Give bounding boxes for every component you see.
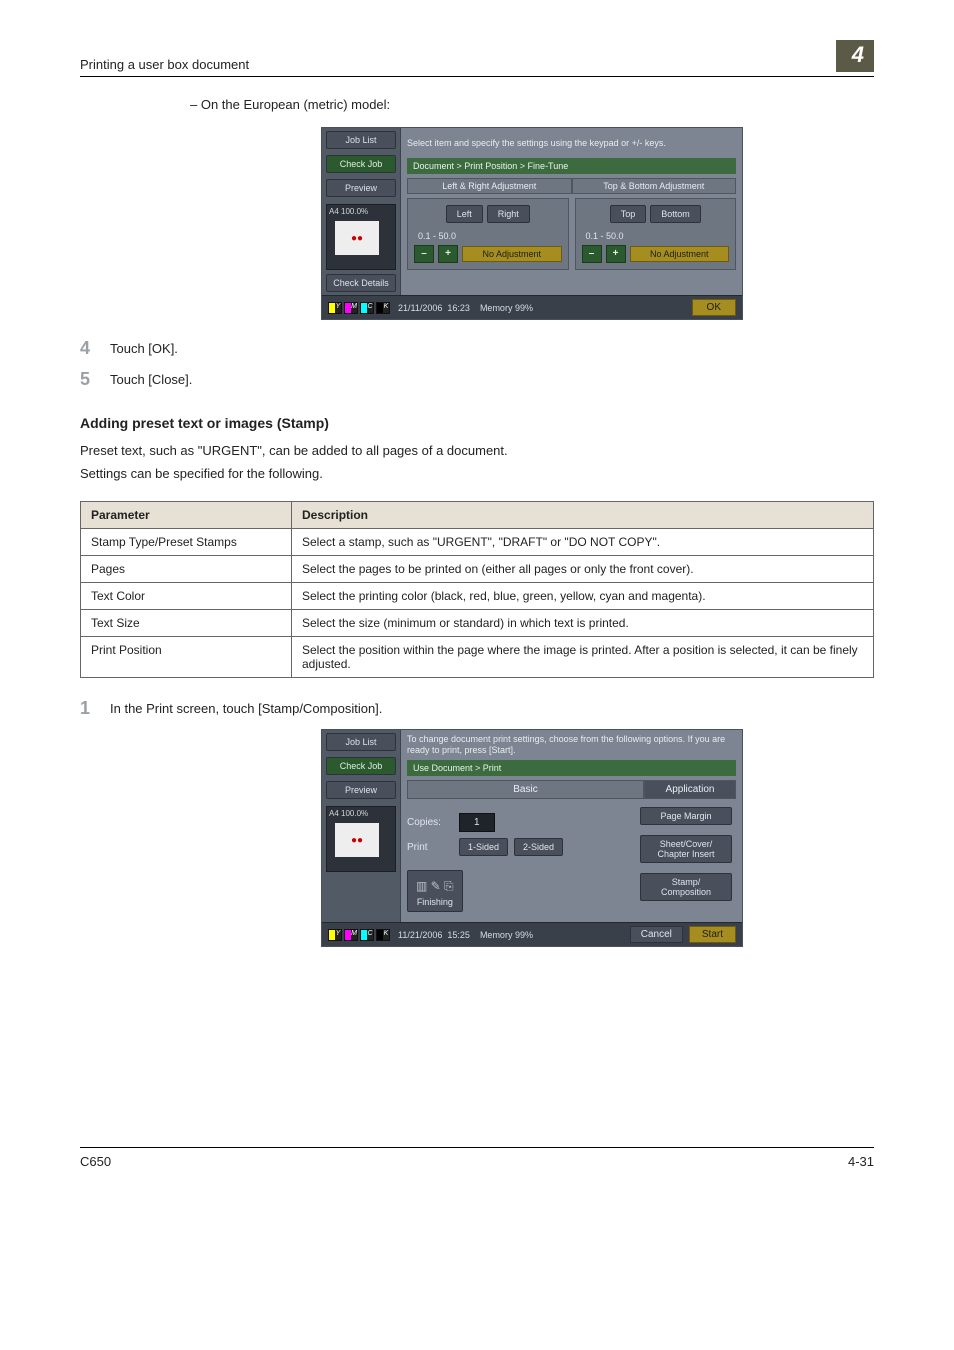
table-row: Stamp Type/Preset StampsSelect a stamp, … (81, 529, 874, 556)
check-details-button[interactable]: Check Details (326, 274, 396, 292)
minus-button-tb[interactable]: – (582, 245, 602, 263)
preview-thumbnail: A4 100.0% ●● (326, 806, 396, 872)
check-job-tab[interactable]: Check Job (326, 757, 396, 775)
top-bottom-header: Top & Bottom Adjustment (572, 178, 737, 194)
print-label: Print (407, 842, 453, 853)
chapter-number: 4 (836, 40, 874, 72)
step-number: 4 (80, 338, 110, 359)
bottom-button[interactable]: Bottom (650, 205, 701, 223)
table-header-description: Description (292, 502, 874, 529)
right-button[interactable]: Right (487, 205, 530, 223)
finishing-icons: ▥ ✎ ⎘ (416, 879, 454, 894)
left-right-header: Left & Right Adjustment (407, 178, 572, 194)
minus-button-lr[interactable]: – (414, 245, 434, 263)
top-button[interactable]: Top (610, 205, 647, 223)
stamp-composition-button[interactable]: Stamp/ Composition (640, 873, 732, 901)
range-left: 0.1 - 50.0 (418, 231, 562, 241)
fine-tune-panel: Job List Check Job Preview A4 100.0% ●● … (321, 127, 743, 320)
stamp-heading: Adding preset text or images (Stamp) (80, 415, 874, 431)
preview-info: A4 100.0% (329, 207, 368, 216)
table-row: Print PositionSelect the position within… (81, 637, 874, 678)
table-header-parameter: Parameter (81, 502, 292, 529)
two-sided-button[interactable]: 2-Sided (514, 838, 563, 856)
toner-levels: Y M C K (328, 302, 390, 314)
sheet-cover-button[interactable]: Sheet/Cover/ Chapter Insert (640, 835, 732, 863)
stamp-parameter-table: Parameter Description Stamp Type/Preset … (80, 501, 874, 678)
plus-button-tb[interactable]: + (606, 245, 626, 263)
check-job-tab[interactable]: Check Job (326, 155, 396, 173)
job-list-button[interactable]: Job List (326, 131, 396, 149)
status-time: 16:23 (447, 303, 470, 313)
copies-label: Copies: (407, 817, 453, 828)
left-button[interactable]: Left (446, 205, 483, 223)
status-date: 21/11/2006 (398, 303, 442, 313)
preview-button[interactable]: Preview (326, 179, 396, 197)
status-date: 11/21/2006 (398, 930, 442, 940)
step-text: In the Print screen, touch [Stamp/Compos… (110, 698, 874, 719)
breadcrumb: Document > Print Position > Fine-Tune (407, 158, 736, 174)
preview-button[interactable]: Preview (326, 781, 396, 799)
stamp-p1: Preset text, such as "URGENT", can be ad… (80, 443, 874, 458)
ok-button[interactable]: OK (692, 299, 736, 316)
table-row: Text SizeSelect the size (minimum or sta… (81, 610, 874, 637)
one-sided-button[interactable]: 1-Sided (459, 838, 508, 856)
status-memory-pct: 99% (515, 303, 533, 313)
range-top: 0.1 - 50.0 (586, 231, 730, 241)
finishing-button[interactable]: ▥ ✎ ⎘ Finishing (407, 870, 463, 912)
status-memory-pct: 99% (515, 930, 533, 940)
footer-left: C650 (80, 1154, 111, 1169)
page-header-title: Printing a user box document (80, 57, 249, 72)
plus-button-lr[interactable]: + (438, 245, 458, 263)
table-row: Text ColorSelect the printing color (bla… (81, 583, 874, 610)
status-memory-label: Memory (480, 930, 513, 940)
step-number: 1 (80, 698, 110, 719)
step-text: Touch [OK]. (110, 338, 874, 359)
start-button[interactable]: Start (689, 926, 736, 943)
intro-dash-line: – On the European (metric) model: (190, 97, 874, 112)
no-adjustment-tb[interactable]: No Adjustment (630, 246, 730, 262)
cancel-button[interactable]: Cancel (630, 926, 683, 943)
status-memory-label: Memory (480, 303, 513, 313)
stamp-p2: Settings can be specified for the follow… (80, 466, 874, 481)
preview-thumbnail: A4 100.0% ●● (326, 204, 396, 270)
print-settings-panel: Job List Check Job Preview A4 100.0% ●● … (321, 729, 743, 947)
step-number: 5 (80, 369, 110, 390)
preview-info: A4 100.0% (329, 809, 368, 818)
toner-levels: Y M C K (328, 929, 390, 941)
job-list-button[interactable]: Job List (326, 733, 396, 751)
step-text: Touch [Close]. (110, 369, 874, 390)
page-margin-button[interactable]: Page Margin (640, 807, 732, 825)
footer-right: 4-31 (848, 1154, 874, 1169)
help-text: Select item and specify the settings usi… (407, 132, 736, 154)
tab-basic[interactable]: Basic (407, 780, 644, 799)
no-adjustment-lr[interactable]: No Adjustment (462, 246, 562, 262)
breadcrumb: Use Document > Print (407, 760, 736, 776)
status-time: 15:25 (447, 930, 470, 940)
copies-value[interactable]: 1 (459, 813, 495, 832)
help-text: To change document print settings, choos… (407, 734, 736, 756)
table-row: PagesSelect the pages to be printed on (… (81, 556, 874, 583)
tab-application[interactable]: Application (644, 780, 736, 799)
